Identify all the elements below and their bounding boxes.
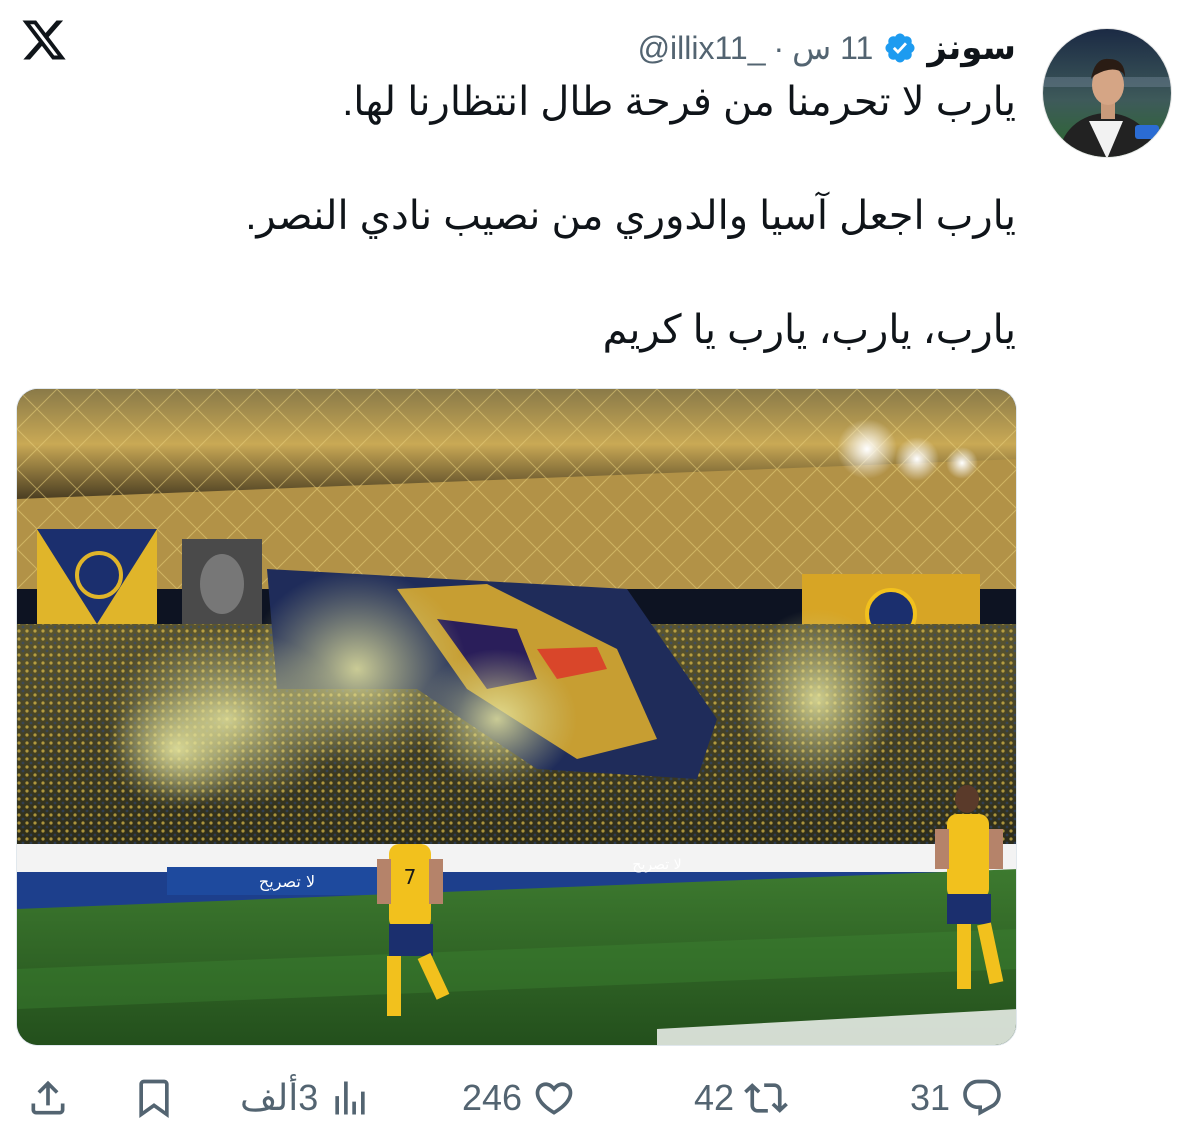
views-count: 3ألف [240, 1077, 319, 1118]
tweet-line: يارب، يارب، يارب يا كريم [602, 308, 1016, 352]
share-icon [31, 1080, 65, 1115]
views-button[interactable]: 3ألف [240, 1074, 372, 1122]
ad-board-text: لا تصريح [259, 872, 315, 892]
bookmark-button[interactable] [132, 1074, 176, 1122]
timestamp[interactable]: 11 س [792, 29, 873, 67]
like-button[interactable]: 246 [462, 1074, 576, 1122]
handle[interactable]: @illix11_ [638, 30, 766, 67]
avatar[interactable] [1042, 28, 1172, 158]
x-logo-icon[interactable] [20, 16, 68, 64]
retweet-icon [744, 1083, 788, 1113]
tweet-line: يارب لا تحرمنا من فرحة طال انتظارنا لها. [342, 80, 1016, 124]
player-number: 7 [404, 865, 417, 889]
separator: · [773, 29, 785, 66]
reply-button[interactable]: 31 [910, 1074, 1004, 1122]
replies-count: 31 [910, 1077, 951, 1118]
tweet-photo[interactable]: لا تصريح لا تصريح 7 [16, 388, 1017, 1046]
ad-board-text: لا تصريح [632, 857, 681, 873]
tweet-actions: 3ألف 246 42 31 [0, 1068, 1200, 1123]
tweet-line: يارب اجعل آسيا والدوري من نصيب نادي النص… [245, 194, 1016, 238]
share-button[interactable] [26, 1074, 70, 1122]
retweet-button[interactable]: 42 [694, 1074, 788, 1122]
likes-count: 246 [462, 1077, 523, 1118]
like-icon [535, 1082, 573, 1115]
display-name[interactable]: سونز [927, 28, 1016, 68]
reply-icon [963, 1079, 1001, 1116]
views-icon [335, 1081, 365, 1115]
tweet-text: يارب لا تحرمنا من فرحة طال انتظارنا لها.… [176, 78, 1016, 354]
tweet-meta: @illix11_ · 11 س [638, 29, 874, 67]
tweet-header: سونز @illix11_ · 11 س [638, 26, 1016, 70]
verified-icon [885, 33, 915, 63]
bookmark-icon [139, 1079, 169, 1119]
retweets-count: 42 [694, 1077, 735, 1118]
